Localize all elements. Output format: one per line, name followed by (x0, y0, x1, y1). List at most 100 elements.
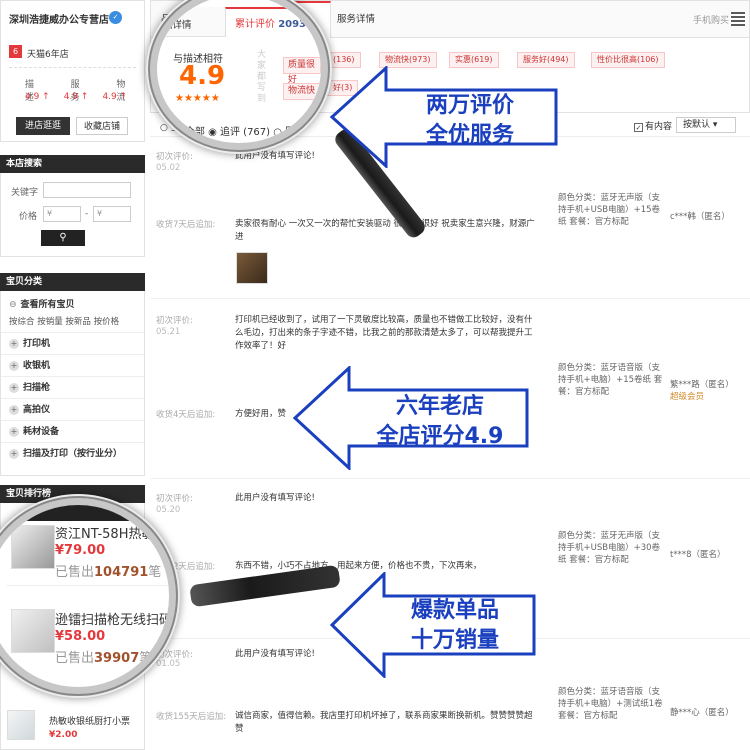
lens-product-thumbnail (11, 525, 55, 569)
review-spec: 颜色分类：蓝牙语音版（支持手机+电脑）+测试纸1卷 套餐：官方标配 (558, 687, 663, 721)
price-min-input[interactable]: ¥ (43, 206, 81, 222)
enter-shop-button[interactable]: 进店逛逛 (16, 117, 70, 135)
phone-buy-link[interactable]: 手机购买 (693, 13, 729, 26)
callout-line: 六年老店 (395, 394, 484, 419)
review-spec: 颜色分类：蓝牙无声版（支持手机+USB电脑）+15卷纸 套餐：官方标配 (558, 193, 661, 227)
keyword-input[interactable] (43, 182, 131, 198)
tmall-years-icon: 6 (9, 45, 22, 58)
category-item[interactable]: + 收银机 (1, 354, 144, 376)
impression-tag[interactable]: 性价比很高(106) (591, 52, 665, 68)
has-content-checkbox[interactable]: ✓ 有内容 (634, 119, 672, 132)
vip-badge: 超级会员 (670, 392, 705, 402)
lens-impression-tag: 质量很好 (283, 57, 321, 85)
category-label: 扫描及打印（按行业分） (23, 449, 123, 459)
reviewer-name: 繁***路（匿名） (670, 380, 734, 390)
all-items-link[interactable]: ⊖ 查看所有宝贝 (9, 297, 75, 310)
shop-search-panel: 关键字 价格 ¥ - ¥ ⚲ (0, 173, 145, 257)
lens-impression-label: 大家都写到 (257, 50, 267, 104)
lens-rank-title: 逊镭扫描枪无线扫码 (55, 613, 173, 628)
price-max-input[interactable]: ¥ (93, 206, 131, 222)
category-panel: ⊖ 查看所有宝贝 按综合 按销量 按新品 按价格 + 打印机 + 收银机 + 扫描枪 +… (0, 291, 145, 476)
expand-icon: + (9, 427, 19, 437)
review-text: 打印机已经收到了，试用了一下灵敏度比较高，质量也不错做工比较好，没有什么毛边，打… (235, 315, 533, 351)
callout-line: 两万评价 (425, 93, 514, 118)
checkbox-icon: ✓ (634, 123, 643, 132)
search-button[interactable]: ⚲ (41, 230, 85, 246)
lens-rank-price: ¥79.00 (55, 543, 106, 558)
verified-badge-icon: ✓ (109, 11, 122, 24)
callout-line: 十万销量 (410, 628, 499, 653)
lens-tab-details: 品详情 (163, 20, 192, 31)
magnifier-lens: 品详情 累计评价 20937 与描述相符 4.9 ★★★★★ 大家都写到 质量很… (150, 0, 328, 150)
lens-rating-score: 4.9 (179, 61, 226, 91)
callout-text-1: 两万评价 全优服务 (390, 91, 550, 151)
score-value: 4.9 ↑ (102, 92, 128, 102)
reviewer-name: t***8（匿名） (670, 550, 726, 560)
reviewer-name: c***韩（匿名） (670, 212, 730, 222)
first-review-label: 初次评价: (156, 494, 193, 504)
lens-impression-tag: 物流快 (283, 83, 321, 100)
callout-line: 全店评分4.9 (376, 424, 504, 449)
shop-name[interactable]: 深圳浩捷威办公专营店 (9, 11, 109, 26)
expand-icon: + (9, 405, 19, 415)
divider (9, 67, 136, 68)
first-review-label: 初次评价: (156, 152, 193, 162)
category-label: 扫描枪 (23, 383, 51, 393)
review-spec: 颜色分类：蓝牙语音版（支持手机+电脑）+15卷纸 套餐：官方标配 (558, 363, 663, 397)
callout-line: 爆款单品 (410, 598, 499, 623)
lens-rating-stars-icon: ★★★★★ (175, 93, 220, 104)
category-item[interactable]: + 高拍仪 (1, 398, 144, 420)
category-item[interactable]: + 扫描及打印（按行业分） (1, 442, 144, 464)
follow-up-label: 收货155天后追加: (156, 712, 227, 722)
category-sort-links[interactable]: 按综合 按销量 按新品 按价格 (9, 315, 119, 327)
qr-code-icon[interactable] (731, 12, 745, 26)
follow-up-text: 诚信商家，值得信赖。我店里打印机坏掉了，联系商家果断换新机。赞赞赞赞超赞 (235, 711, 533, 734)
callout-text-2: 六年老店 全店评分4.9 (350, 392, 530, 452)
product-thumbnail[interactable] (7, 710, 35, 740)
sold-prefix: 已售出 (55, 651, 95, 666)
price-range-separator: - (85, 209, 89, 219)
score-value: 4.9 ↑ (63, 92, 89, 102)
follow-up-label: 收货7天后追加: (156, 220, 216, 230)
score-value: 4.9 ↑ (25, 92, 50, 102)
category-item[interactable]: + 耗材设备 (1, 420, 144, 442)
reviewer-name: 静***心（匿名） (670, 708, 734, 718)
keyword-label: 关键字 (11, 188, 39, 198)
rank-product-title[interactable]: 热敏收银纸厨打小票 (49, 714, 130, 727)
category-label: 收银机 (23, 361, 51, 371)
expand-icon: + (9, 449, 19, 459)
score-values: 4.9 ↑ 4.9 ↑ 4.9 ↑ (25, 92, 127, 102)
collapse-icon: ⊖ (9, 300, 17, 310)
all-items-label: 查看所有宝贝 (20, 300, 75, 310)
divider (7, 585, 169, 586)
lens-tab-reviews-text: 累计评价 (235, 19, 275, 30)
follow-up-label: 收货4天后追加: (156, 410, 216, 420)
tmall-years-label: 天猫6年店 (27, 50, 69, 60)
magnifier-lens-ranking: 资江NT-58H热敏 ¥79.00 已售出104791笔 逊镭扫描枪无线扫码 ¥… (0, 498, 176, 694)
review-photo[interactable] (236, 252, 268, 284)
review-text: 此用户没有填写评论! (235, 493, 315, 503)
shop-info-card: 深圳浩捷威办公专营店 ✓ 6 天猫6年店 描 述 服 务 物 流 4.9 ↑ 4… (0, 0, 145, 142)
follow-up-text: 卖家很有耐心 一次又一次的帮忙安装驱动 很靠谱 很好 祝卖家生意兴隆，财源广进 (235, 219, 535, 242)
sold-count: 104791 (94, 565, 149, 580)
expand-icon: + (9, 339, 19, 349)
lens-review-count: 20937 (278, 19, 313, 30)
category-label: 高拍仪 (23, 405, 51, 415)
category-item[interactable]: + 打印机 (1, 332, 144, 354)
sold-count: 39907 (94, 651, 140, 666)
tab-service[interactable]: 服务详情 (337, 1, 375, 38)
lens-rank-sold: 已售出39907笔 (55, 647, 152, 666)
sort-dropdown[interactable]: 按默认 ▾ (676, 117, 736, 133)
category-item[interactable]: + 扫描枪 (1, 376, 144, 398)
expand-icon: + (9, 361, 19, 371)
price-label: 价格 (19, 212, 38, 222)
sold-suffix: 笔 (148, 565, 162, 580)
favorite-shop-button[interactable]: 收藏店铺 (76, 117, 128, 135)
review-date: 05.21 (156, 327, 181, 337)
sold-suffix: 笔 (139, 651, 153, 666)
category-label: 打印机 (23, 339, 51, 349)
rank-product-price: ¥2.00 (49, 730, 78, 740)
lens-ranking-header (7, 505, 169, 521)
callout-line: 全优服务 (425, 123, 514, 148)
has-content-label: 有内容 (645, 122, 673, 132)
